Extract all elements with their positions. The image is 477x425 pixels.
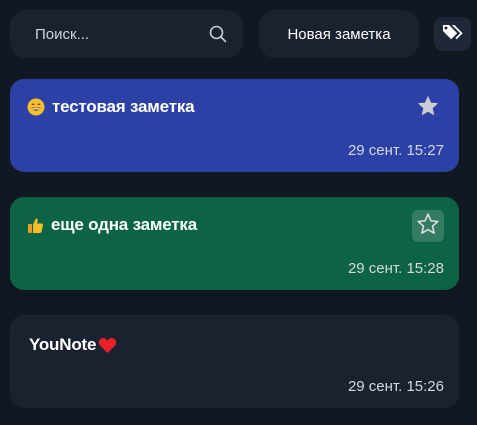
- note-title-text: еще одна заметка: [51, 215, 197, 234]
- thumbs-up-icon: [27, 217, 44, 234]
- note-card[interactable]: YouNote 29 сент. 15:26: [10, 315, 459, 408]
- note-date: 29 сент. 15:28: [347, 260, 444, 277]
- note-title: еще одна заметка: [27, 215, 197, 235]
- note-date: 29 сент. 15:27: [347, 142, 444, 159]
- search-input[interactable]: Поиск...: [10, 10, 243, 58]
- note-title-text: YouNote: [29, 335, 97, 354]
- star-button[interactable]: [412, 92, 444, 124]
- red-heart-icon: [98, 337, 117, 354]
- tags-icon: [442, 23, 464, 46]
- tags-button[interactable]: [434, 17, 471, 51]
- note-title: YouNote: [29, 335, 117, 355]
- star-outline-icon: [416, 212, 440, 241]
- new-note-button[interactable]: Новая заметка: [259, 10, 419, 58]
- note-title-text: тестовая заметка: [52, 97, 195, 116]
- note-title: тестовая заметка: [27, 97, 195, 117]
- grinning-face-icon: [27, 98, 45, 116]
- note-date: 29 сент. 15:26: [347, 378, 444, 395]
- app-root: Поиск... Новая заметка тестовая заметка …: [0, 0, 477, 425]
- note-card[interactable]: еще одна заметка 29 сент. 15:28: [10, 197, 459, 290]
- search-icon[interactable]: [209, 25, 227, 43]
- star-filled-icon: [416, 94, 440, 123]
- star-button[interactable]: [412, 210, 444, 242]
- note-card[interactable]: тестовая заметка 29 сент. 15:27: [10, 79, 459, 172]
- search-placeholder: Поиск...: [35, 25, 90, 43]
